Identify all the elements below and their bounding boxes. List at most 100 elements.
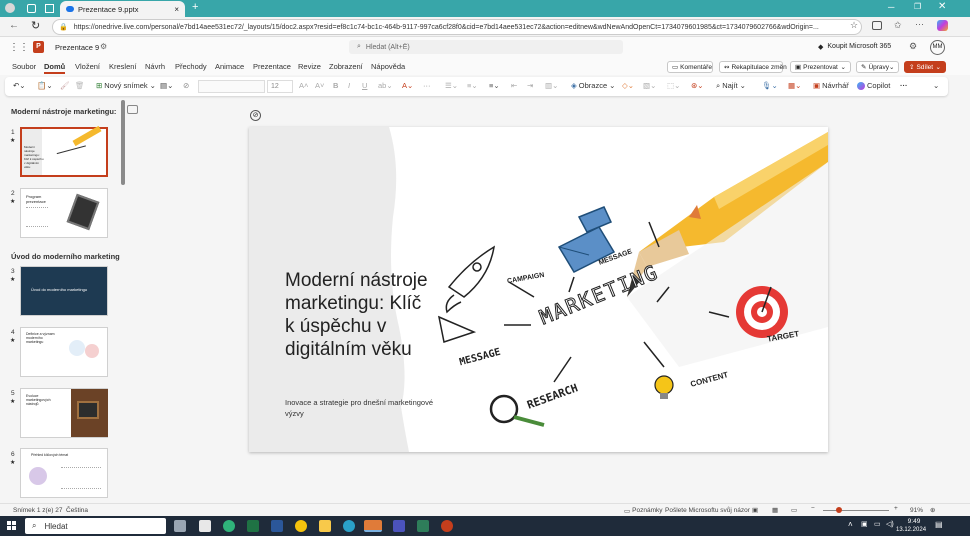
file-explorer-icon[interactable] xyxy=(319,520,331,532)
layout-icon[interactable]: ▤⌄ xyxy=(160,81,173,90)
zoom-level[interactable]: 91% xyxy=(910,507,923,514)
increase-indent-icon[interactable]: ⇥ xyxy=(527,81,533,90)
more-options-icon[interactable]: ··· xyxy=(900,81,908,90)
display-icon[interactable]: ▭ xyxy=(874,520,881,528)
designer-button[interactable]: ▣ Návrhář xyxy=(813,81,849,90)
edge-dev-icon[interactable] xyxy=(223,520,235,532)
browser-tab[interactable]: Prezentace 9.pptx × xyxy=(60,1,185,17)
feedback-link[interactable]: Pošlete Microsoftu svůj názor xyxy=(665,507,750,514)
tab-prezentace[interactable]: Prezentace xyxy=(253,62,291,71)
font-family-select[interactable] xyxy=(198,80,265,93)
taskbar-search[interactable]: ⌕ Hledat xyxy=(25,518,166,534)
tab-actions-icon[interactable] xyxy=(45,4,54,13)
slideshow-view-icon[interactable]: ▭ xyxy=(791,506,797,514)
search-input[interactable]: ⌕ Hledat (Alt+Ё) xyxy=(349,40,623,54)
copilot-button[interactable]: Copilot xyxy=(857,81,890,90)
share-button[interactable]: ⇪ Sdílet ⌄ xyxy=(904,61,946,73)
language-indicator[interactable]: Čeština xyxy=(66,507,88,514)
new-slide-button[interactable]: ⊞ Nový snímek ⌄ xyxy=(96,81,156,90)
window-close-button[interactable]: ✕ xyxy=(938,1,946,12)
notifications-icon[interactable]: ▤ xyxy=(935,520,943,529)
section-heading[interactable]: Moderní nástroje marketingu: xyxy=(11,107,116,116)
teams-icon[interactable] xyxy=(393,520,405,532)
tab-vlozeni[interactable]: Vložení xyxy=(75,62,100,71)
format-painter-icon[interactable]: 🖌 xyxy=(60,81,70,90)
shape-fill-icon[interactable]: ◇⌄ xyxy=(622,81,634,90)
slide-subtitle[interactable]: Inovace a strategie pro dnešní marketing… xyxy=(285,397,435,419)
tab-napoveda[interactable]: Nápověda xyxy=(371,62,405,71)
recap-button[interactable]: ↭ Rekapitulace změn xyxy=(719,61,787,73)
network-icon[interactable]: ▣ xyxy=(861,520,868,528)
more-font-icon[interactable]: ··· xyxy=(423,81,431,90)
more-icon[interactable]: ··· xyxy=(915,19,924,29)
ribbon-collapse-icon[interactable]: ⌄ xyxy=(933,81,939,90)
chrome-icon[interactable] xyxy=(295,520,307,532)
sorter-view-icon[interactable]: ▦ xyxy=(772,506,778,514)
fit-slide-icon[interactable]: ⊕ xyxy=(930,506,935,514)
calculator-icon[interactable] xyxy=(174,520,186,532)
numbering-icon[interactable]: ≡⌄ xyxy=(467,81,478,90)
columns-icon[interactable]: ▥⌄ xyxy=(545,81,558,90)
copilot-sidebar-icon[interactable] xyxy=(937,20,948,31)
tab-navrh[interactable]: Návrh xyxy=(145,62,165,71)
undo-icon[interactable]: ↶⌄ xyxy=(13,81,26,90)
grow-font-icon[interactable]: A˄ xyxy=(299,81,308,90)
notepad-icon[interactable] xyxy=(199,520,211,532)
maximize-button[interactable]: ❐ xyxy=(914,2,921,11)
workspaces-icon[interactable] xyxy=(27,4,36,13)
dictate-icon[interactable]: 🎙⌄ xyxy=(762,81,778,90)
shapes-button[interactable]: ◈ Obrazce ⌄ xyxy=(571,81,615,90)
thumbnail-scrollbar[interactable] xyxy=(121,100,125,185)
excel-icon[interactable] xyxy=(247,520,259,532)
tray-chevron-icon[interactable]: ˄ xyxy=(848,520,853,529)
zoom-slider-thumb[interactable] xyxy=(836,507,842,513)
comments-button[interactable]: ▭ Komentáře xyxy=(667,61,713,73)
font-size-select[interactable]: 12 xyxy=(267,80,293,93)
word-icon[interactable] xyxy=(271,520,283,532)
back-button[interactable]: ← xyxy=(9,20,19,31)
quick-styles-icon[interactable]: ⊛⌄ xyxy=(691,81,704,90)
delete-icon[interactable]: 🗑 xyxy=(75,81,85,90)
zoom-in-button[interactable]: + xyxy=(894,505,898,512)
arrange-icon[interactable]: ▧⌄ xyxy=(643,81,656,90)
tab-zobrazeni[interactable]: Zobrazení xyxy=(329,62,363,71)
underline-icon[interactable]: U xyxy=(362,81,367,90)
slide-thumbnail-4[interactable]: Definice a význam moderního marketingu xyxy=(20,327,108,377)
powerpoint-taskbar-icon[interactable] xyxy=(441,520,453,532)
normal-view-icon[interactable]: ▣ xyxy=(752,506,758,514)
start-button[interactable] xyxy=(7,521,16,530)
italic-icon[interactable]: I xyxy=(348,81,350,90)
present-button[interactable]: ▣ Prezentovat ⌄ xyxy=(790,61,851,73)
bullets-icon[interactable]: ☰⌄ xyxy=(445,81,458,90)
favorites-icon[interactable]: ✩ xyxy=(894,20,902,31)
document-name[interactable]: Prezentace 9 xyxy=(55,43,99,52)
split-screen-icon[interactable] xyxy=(872,21,882,30)
tab-animace[interactable]: Animace xyxy=(215,62,244,71)
slide-title[interactable]: Moderní nástroje marketingu: Klíč k úspě… xyxy=(285,269,435,361)
notes-button[interactable]: ▭ Poznámky xyxy=(624,507,663,515)
edge-icon[interactable] xyxy=(343,520,355,532)
tab-domu[interactable]: Domů xyxy=(44,62,66,74)
new-tab-button[interactable]: + xyxy=(192,1,198,13)
sync-status-icon[interactable]: ⚙ xyxy=(100,42,107,51)
highlight-icon[interactable]: ab⌄ xyxy=(378,81,393,90)
profile-icon[interactable] xyxy=(5,3,15,13)
find-button[interactable]: ⌕ Najít ⌄ xyxy=(716,81,746,91)
url-field[interactable]: 🔒 https://onedrive.live.com/personal/e7b… xyxy=(52,19,862,35)
font-color-icon[interactable]: A⌄ xyxy=(402,81,413,90)
addins-icon[interactable]: ▦⌄ xyxy=(788,81,801,90)
slide-thumbnail-1[interactable]: Moderní nástroje marketingu: Klíč k úspě… xyxy=(20,125,108,177)
section-heading[interactable]: Úvod do moderního marketing xyxy=(11,252,120,261)
buy-microsoft-365-button[interactable]: ◆ Koupit Microsoft 365 xyxy=(818,43,891,51)
editing-mode-button[interactable]: ✎ Úpravy ⌄ xyxy=(856,61,899,73)
refresh-button[interactable]: ↻ xyxy=(31,19,40,32)
slide-thumbnail-6[interactable]: Přehled klíčových témat xyxy=(20,448,108,498)
tab-revize[interactable]: Revize xyxy=(298,62,321,71)
slide-thumbnail-2[interactable]: Program prezentace xyxy=(20,188,108,238)
powerpoint-logo-icon[interactable]: P xyxy=(33,41,44,53)
outlook-icon[interactable] xyxy=(364,520,382,532)
collapse-pane-icon[interactable] xyxy=(127,105,138,114)
hide-slide-icon[interactable]: ⊘ xyxy=(183,81,189,90)
slide-canvas[interactable]: Moderní nástroje marketingu: Klíč k úspě… xyxy=(249,127,828,452)
clock-date[interactable]: 13.12.2024 xyxy=(896,527,926,533)
